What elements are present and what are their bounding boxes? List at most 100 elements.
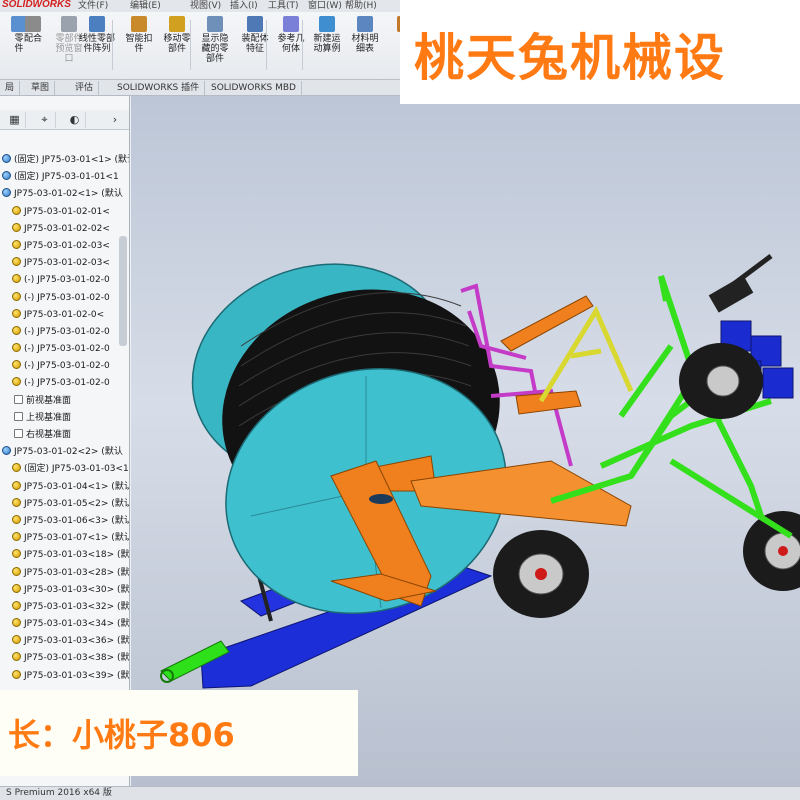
tab-solidworks-mbd[interactable]: SOLIDWORKS MBD [206, 81, 302, 95]
part-icon [12, 239, 21, 249]
tree-item[interactable]: (-) JP75-03-01-02-0 [0, 290, 129, 307]
ribbon-tool-3[interactable]: 线性零部 件阵列 [78, 16, 116, 76]
ribbon-tool-1[interactable]: 配合 [14, 16, 52, 76]
tree-item[interactable]: JP75-03-01-03<30> (默 [0, 582, 129, 599]
menu-tools[interactable]: 工具(T) [268, 0, 299, 11]
graphics-area[interactable] [131, 96, 800, 786]
tree-item-label: (-) JP75-03-01-02-0 [24, 326, 110, 337]
menu-edit[interactable]: 编辑(E) [130, 0, 161, 11]
tree-item-label: JP75-03-01-02-0< [24, 309, 105, 320]
part-icon [12, 325, 21, 335]
part-icon [2, 446, 11, 456]
display-manager-icon[interactable]: ◐ [64, 112, 86, 128]
tree-item-label: JP75-03-01-07<1> (默认 [24, 533, 130, 544]
tree-item[interactable]: JP75-03-01-07<1> (默认 [0, 530, 130, 547]
menu-file[interactable]: 文件(F) [78, 0, 108, 11]
solidworks-window: SOLIDWORKS 文件(F) 编辑(E) 视图(V) 插入(I) 工具(T)… [0, 0, 800, 800]
reference-geometry-icon [283, 16, 299, 32]
chevron-right-icon[interactable]: › [104, 112, 126, 128]
tab-layout[interactable]: 局 [0, 81, 21, 95]
ribbon-tool-label: 配合 [23, 34, 42, 44]
tree-item[interactable]: JP75-03-01-02-02< [0, 221, 129, 238]
tree-item[interactable]: (-) JP75-03-01-02-0 [0, 375, 129, 392]
tree-item[interactable]: JP75-03-01-02-0< [0, 307, 129, 324]
tree-item[interactable]: JP75-03-01-03<34> (默 [0, 616, 129, 633]
shop-owner-text: 长：小桃子806 [8, 716, 235, 754]
part-icon [12, 635, 21, 645]
mate-icon [25, 16, 41, 32]
ribbon-tool-10[interactable]: 材料明 细表 [346, 16, 384, 76]
tree-item[interactable]: JP75-03-01-03<39> (默 [0, 668, 130, 685]
menu-help[interactable]: 帮助(H) [345, 0, 377, 11]
tree-item[interactable]: JP75-03-01-03<28> (默 [0, 565, 129, 582]
tree-item[interactable]: (-) JP75-03-01-02-0 [0, 358, 129, 375]
part-icon [12, 549, 21, 559]
shop-owner-banner: 长：小桃子806 [0, 690, 358, 776]
ribbon-separator [112, 20, 113, 70]
property-manager-icon[interactable]: ▦ [4, 112, 26, 128]
tree-item-label: 前视基准面 [26, 395, 72, 406]
ribbon-tool-6[interactable]: 显示隐 藏的零 部件 [196, 16, 234, 76]
tree-item[interactable]: (-) JP75-03-01-02-0 [0, 324, 129, 341]
tree-item[interactable]: JP75-03-01-03<32> (默 [0, 599, 129, 616]
ribbon-tool-label: 智能扣 件 [125, 34, 153, 54]
plate-slot [369, 494, 393, 504]
tab-sketch[interactable]: 草图 [26, 81, 56, 95]
tree-item-label: (-) JP75-03-01-02-0 [24, 344, 110, 355]
menu-view[interactable]: 视图(V) [190, 0, 221, 11]
tree-item[interactable]: 上视基准面 [0, 410, 129, 427]
part-icon [12, 514, 21, 524]
ribbon-tool-label: 显示隐 藏的零 部件 [201, 34, 229, 64]
ribbon-separator [302, 20, 303, 70]
tree-item-label: JP75-03-01-02-03< [24, 258, 110, 269]
linear-pattern-icon [89, 16, 105, 32]
tree-item-label: JP75-03-01-06<3> (默认 [24, 515, 130, 526]
tree-item-label: 右视基准面 [26, 430, 72, 440]
tree-item[interactable]: (固定) JP75-03-01-03<1 [0, 461, 129, 478]
part-icon [2, 188, 11, 198]
ribbon-separator [190, 20, 191, 70]
tree-item[interactable]: JP75-03-01-02-01< [0, 204, 129, 221]
ribbon-tool-7[interactable]: 装配体 特征 [236, 16, 274, 76]
sprinkler-nozzle [729, 254, 773, 288]
part-icon [12, 583, 21, 593]
tree-item[interactable]: JP75-03-01-06<3> (默认 [0, 513, 130, 530]
yellow-frame [570, 348, 602, 359]
tree-item-label: JP75-03-01-02-03< [24, 240, 110, 251]
part-icon [12, 532, 21, 542]
part-icon [12, 343, 21, 353]
tab-evaluate[interactable]: 评估 [70, 81, 100, 95]
tree-scrollbar[interactable] [119, 236, 127, 346]
part-icon [12, 360, 21, 370]
tree-item[interactable]: (-) JP75-03-01-02-0 [0, 341, 129, 358]
tree-item[interactable]: JP75-03-01-04<1> (默认 [0, 479, 129, 496]
tree-item[interactable]: JP75-03-01-02<1> (默认 [0, 186, 129, 203]
tree-item[interactable]: JP75-03-01-02-03< [0, 238, 129, 255]
move-component-icon [169, 16, 185, 32]
tree-item[interactable]: (-) JP75-03-01-02-0 [0, 272, 129, 289]
menu-window[interactable]: 窗口(W) [308, 0, 342, 11]
tree-item-label: JP75-03-01-05<2> (默认 [24, 498, 130, 509]
show-hidden-icon [207, 16, 223, 32]
tree-item[interactable]: JP75-03-01-02-03< [0, 255, 129, 272]
tree-item[interactable]: JP75-03-01-03<38> (默 [0, 650, 129, 667]
tree-item[interactable]: (固定) JP75-03-01-01<1 [0, 169, 129, 186]
tree-item[interactable]: JP75-03-01-03<18> (默 [0, 547, 129, 564]
smart-fastener-icon [131, 16, 147, 32]
tree-item[interactable]: JP75-03-01-02<2> (默认 [0, 444, 129, 461]
tab-solidworks-addins[interactable]: SOLIDWORKS 插件 [112, 81, 206, 95]
ribbon-tool-4[interactable]: 智能扣 件 [120, 16, 158, 76]
ribbon-tool-9[interactable]: 新建运 动算例 [308, 16, 346, 76]
configuration-manager-icon[interactable]: ⌖ [34, 112, 56, 128]
tree-item-label: JP75-03-01-03<39> (默 [24, 670, 130, 681]
tree-item[interactable]: JP75-03-01-05<2> (默认 [0, 496, 130, 513]
part-icon [12, 205, 21, 215]
tree-item[interactable]: JP75-03-01-03<36> (默 [0, 633, 129, 650]
tree-item[interactable]: (固定) JP75-03-01<1> (默认 [0, 152, 129, 169]
component-tree-list: (固定) JP75-03-01<1> (默认 (固定) JP75-03-01-01… [0, 152, 130, 685]
part-icon [12, 600, 21, 610]
ribbon-tool-8[interactable]: 参考几 何体 [272, 16, 310, 76]
tree-item[interactable]: 前视基准面 [0, 393, 129, 410]
tree-item[interactable]: 右视基准面 [0, 427, 129, 444]
menu-insert[interactable]: 插入(I) [230, 0, 258, 11]
